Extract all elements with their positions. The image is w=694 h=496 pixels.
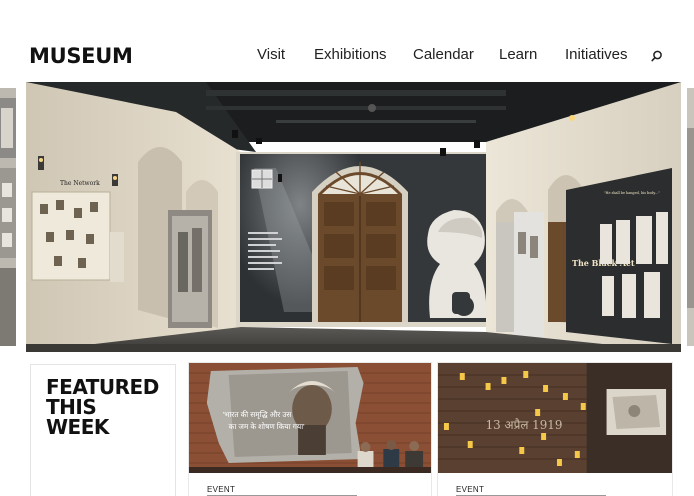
event-card[interactable]: 'भारत की समृद्धि और उस का जम के शोषण किय… (188, 362, 432, 496)
panel-title-network: The Network (60, 180, 100, 187)
screen-caption-line-1: 'भारत की समृद्धि और उस (223, 410, 293, 419)
nav-item-calendar[interactable]: Calendar (413, 45, 474, 65)
event-card-image[interactable]: 13 अप्रैल 1919 (438, 363, 672, 473)
hero-slide-image[interactable]: The Network The "He shall be hanged, his… (26, 82, 681, 352)
featured-this-week-box: FEATURED THIS WEEK (30, 364, 176, 496)
event-card-image[interactable]: 'भारत की समृद्धि और उस का जम के शोषण किय… (189, 363, 431, 473)
wall-date-text: 13 अप्रैल 1919 (486, 418, 563, 432)
site-header: MUSEUM Visit Exhibitions Calendar Learn … (0, 0, 694, 76)
next-slide-image[interactable] (687, 88, 694, 346)
nav-item-initiatives[interactable]: Initiatives (565, 45, 628, 65)
panel-quote: "He shall be hanged, his body..." (604, 191, 660, 195)
nav-item-exhibitions[interactable]: Exhibitions (314, 45, 387, 65)
hero-carousel[interactable]: The Network The "He shall be hanged, his… (0, 82, 694, 352)
nav-item-learn[interactable]: Learn (499, 45, 537, 65)
search-icon[interactable] (651, 50, 663, 62)
nav-item-visit[interactable]: Visit (257, 45, 285, 65)
event-card[interactable]: 13 अप्रैल 1919 EVENT (437, 362, 673, 496)
featured-heading: FEATURED THIS WEEK (46, 375, 159, 439)
card-category-tag: EVENT (456, 485, 485, 494)
previous-slide-image[interactable] (0, 88, 16, 346)
screen-caption-line-2: का जम के शोषण किया गया' (229, 422, 305, 431)
main-nav: Visit Exhibitions Calendar Learn Initiat… (0, 45, 694, 67)
card-category-tag: EVENT (207, 485, 236, 494)
